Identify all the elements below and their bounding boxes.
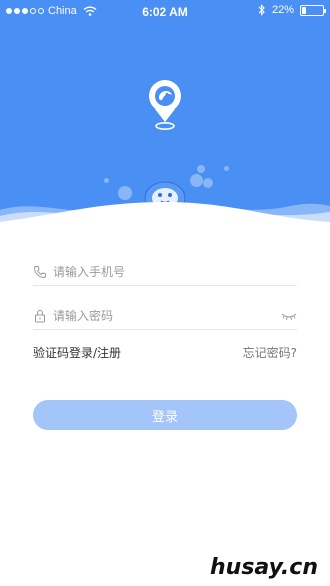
decor-bubble — [104, 178, 109, 183]
phone-icon — [33, 265, 46, 278]
watermark-logo: husay.cn — [210, 555, 318, 580]
decor-bubble — [224, 166, 229, 171]
login-links: 验证码登录/注册 忘记密码? — [33, 344, 297, 360]
login-form — [33, 258, 297, 330]
decor-bubble — [203, 178, 213, 188]
sms-login-link[interactable]: 验证码登录/注册 — [33, 344, 121, 361]
wave-divider — [0, 202, 330, 232]
battery-fill — [302, 6, 306, 14]
phone-field — [33, 258, 297, 286]
location-pin-logo — [149, 80, 181, 130]
decor-bubble — [190, 174, 203, 187]
eye-closed-icon[interactable] — [281, 311, 297, 321]
battery-icon — [300, 4, 326, 16]
phone-input[interactable] — [53, 261, 297, 282]
lock-icon — [35, 309, 45, 322]
login-button[interactable]: 登录 — [33, 400, 297, 430]
battery-percent: 22% — [271, 4, 294, 16]
password-field — [33, 302, 297, 330]
status-right: 22% — [258, 4, 326, 16]
header-hero: China 6:02 AM 22% — [0, 0, 330, 232]
decor-bubble — [197, 165, 205, 173]
bluetooth-icon — [258, 4, 265, 16]
forgot-password-link[interactable]: 忘记密码? — [243, 344, 297, 361]
password-input[interactable] — [53, 305, 281, 326]
status-bar: China 6:02 AM 22% — [0, 0, 330, 22]
